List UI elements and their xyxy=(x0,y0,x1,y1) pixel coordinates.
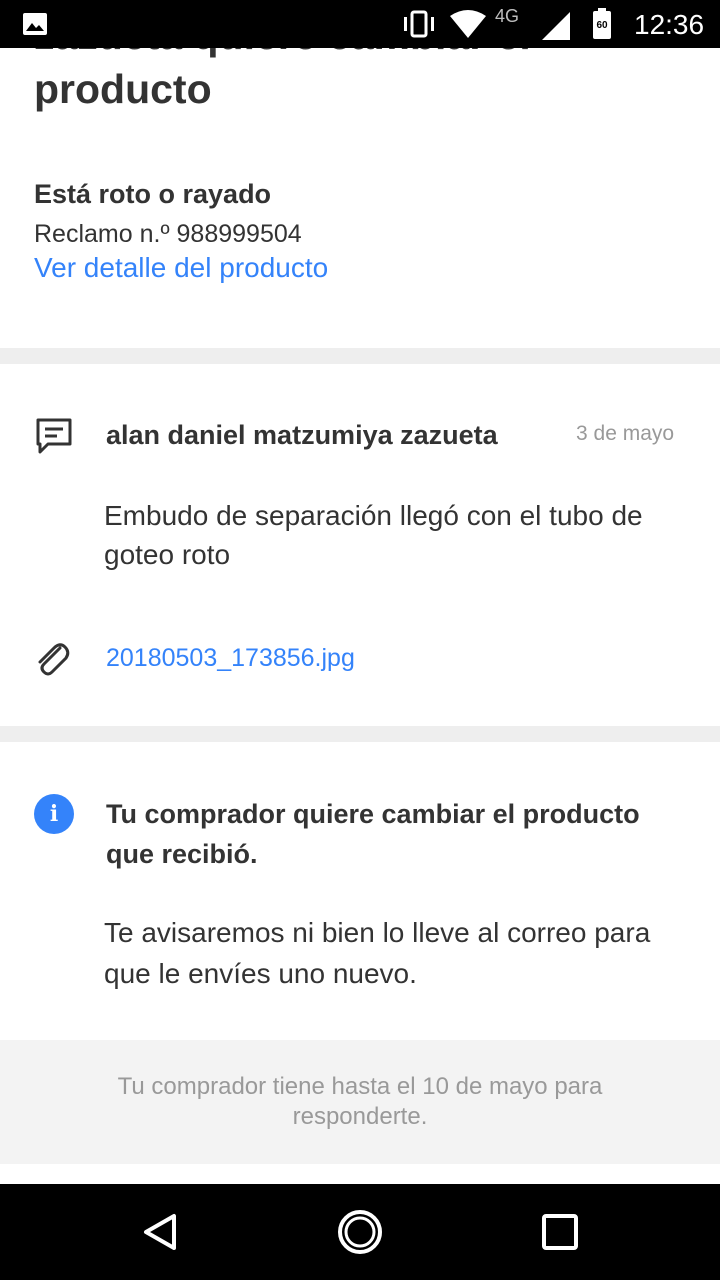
product-detail-link[interactable]: Ver detalle del producto xyxy=(34,252,328,284)
image-notification-icon xyxy=(23,13,47,35)
signal-icon xyxy=(542,12,570,40)
claim-reason: Está roto o rayado xyxy=(34,179,272,209)
battery-level: 60 xyxy=(596,20,608,31)
attachment-link[interactable]: 20180503_173856.jpg xyxy=(106,644,355,673)
home-icon[interactable] xyxy=(336,1208,384,1256)
message-date: 3 de mayo xyxy=(576,422,675,445)
recents-icon[interactable] xyxy=(536,1208,584,1256)
paperclip-icon xyxy=(38,643,70,676)
network-type: 4G xyxy=(495,6,520,26)
back-icon[interactable] xyxy=(136,1208,184,1256)
wifi-icon xyxy=(450,10,486,38)
claim-header: zazueta quiere cambiar el producto Está … xyxy=(0,48,720,348)
bottom-spacer xyxy=(0,1164,720,1184)
deadline-text: Tu comprador tiene hasta el 10 de mayo p… xyxy=(117,1073,603,1130)
status-bar: 4G 60 12:36 xyxy=(0,0,720,48)
section-divider xyxy=(0,348,720,364)
info-icon: i xyxy=(34,794,74,834)
deadline-notice: Tu comprador tiene hasta el 10 de mayo p… xyxy=(0,1040,720,1164)
info-panel: i Tu comprador quiere cambiar el product… xyxy=(0,742,720,1040)
buyer-message: alan daniel matzumiya zazueta 3 de mayo … xyxy=(0,364,720,726)
claim-number: Reclamo n.º 988999504 xyxy=(34,220,302,248)
info-title: Tu comprador quiere cambiar el producto … xyxy=(106,799,640,869)
chat-icon xyxy=(36,418,72,454)
navigation-bar xyxy=(0,1184,720,1280)
info-body: Te avisaremos ni bien lo lleve al correo… xyxy=(104,917,651,989)
clock: 12:36 xyxy=(634,9,705,40)
page-title: zazueta quiere cambiar el producto xyxy=(34,48,531,112)
message-text: Embudo de separación llegó con el tubo d… xyxy=(104,500,643,570)
message-author: alan daniel matzumiya zazueta xyxy=(106,420,498,450)
vibrate-icon xyxy=(404,10,434,38)
section-divider xyxy=(0,726,720,742)
